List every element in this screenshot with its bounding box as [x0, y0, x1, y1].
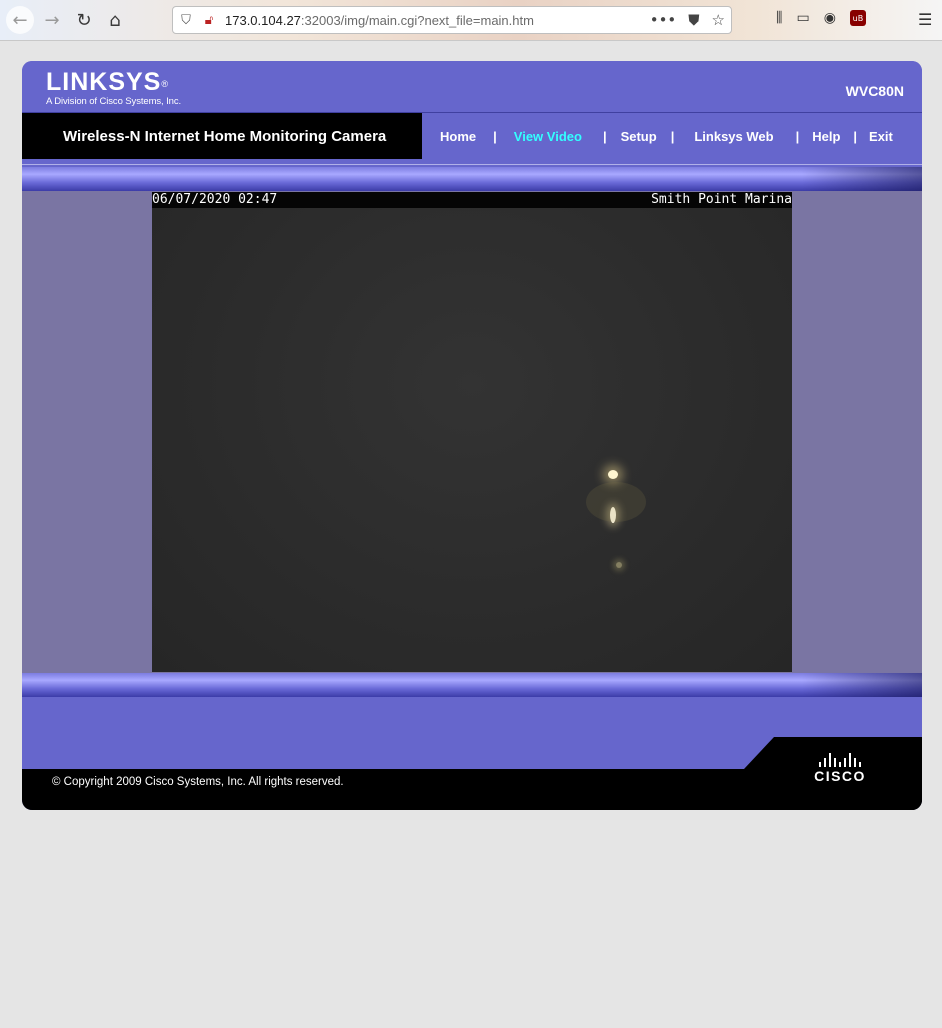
extension-icon[interactable]: ◉ — [824, 10, 836, 26]
main-nav: Home | View Video | Setup | Linksys Web … — [422, 113, 922, 160]
video-area: 06/07/2020 02:47 Smith Point Marina — [22, 191, 922, 673]
reload-button[interactable]: ↻ — [72, 8, 96, 32]
hamburger-menu-icon[interactable]: ☰ — [918, 10, 932, 29]
decorative-band — [22, 167, 922, 191]
bookmark-star-icon[interactable]: ☆ — [712, 11, 725, 29]
shield-icon[interactable]: ⛉ — [173, 13, 199, 28]
logo-subtitle: A Division of Cisco Systems, Inc. — [46, 96, 182, 107]
linksys-logo: LINKSYS® A Division of Cisco Systems, In… — [46, 69, 181, 107]
nav-linksys-web[interactable]: Linksys Web — [694, 129, 773, 144]
nav-home[interactable]: Home — [440, 129, 476, 144]
logo-text: LINKSYS — [46, 68, 162, 96]
arrow-right-icon: → — [44, 9, 60, 31]
forward-button[interactable]: → — [40, 8, 64, 32]
product-title: Wireless-N Internet Home Monitoring Came… — [63, 128, 387, 145]
video-overlay: 06/07/2020 02:47 Smith Point Marina — [152, 192, 792, 208]
ublock-icon[interactable]: uB — [849, 10, 866, 26]
divider — [22, 164, 922, 165]
nav-separator: | — [493, 129, 497, 144]
video-timestamp: 06/07/2020 02:47 — [152, 192, 278, 207]
nav-separator: | — [602, 129, 607, 144]
nav-view-video[interactable]: View Video — [514, 129, 582, 144]
live-video-feed[interactable]: 06/07/2020 02:47 Smith Point Marina — [152, 192, 792, 672]
registered-mark: ® — [161, 79, 169, 89]
home-button[interactable]: ⌂ — [103, 8, 127, 32]
nav-help[interactable]: Help — [812, 129, 840, 144]
reader-view-icon[interactable]: ▭ — [796, 10, 809, 26]
nav-separator: | — [853, 129, 858, 144]
reload-icon: ↻ — [76, 9, 92, 31]
title-bar: Wireless-N Internet Home Monitoring Came… — [22, 112, 922, 160]
model-name: WVC80N — [845, 83, 904, 99]
cisco-bars-icon — [812, 753, 868, 767]
nav-setup[interactable]: Setup — [621, 129, 657, 144]
browser-toolbar: ← → ↻ ⌂ ⛉ 🔓︎ 173.0.104.27:32003/img/main… — [0, 0, 942, 41]
cisco-wordmark: CISCO — [814, 768, 866, 784]
video-location: Smith Point Marina — [651, 192, 792, 207]
nav-separator: | — [670, 129, 675, 144]
camera-page: LINKSYS® A Division of Cisco Systems, In… — [22, 61, 922, 810]
insecure-lock-icon[interactable]: 🔓︎ — [199, 13, 219, 28]
more-icon[interactable]: ••• — [650, 11, 677, 29]
url-path: :32003/img/main.cgi?next_file=main.htm — [300, 12, 534, 28]
cisco-logo: CISCO — [812, 753, 868, 784]
nav-separator: | — [795, 129, 800, 144]
video-lights — [582, 462, 662, 582]
library-icon[interactable]: ⫼ — [776, 10, 782, 26]
nav-exit[interactable]: Exit — [869, 129, 893, 144]
url-host: 173.0.104.27 — [225, 12, 301, 28]
back-button[interactable]: ← — [6, 6, 34, 34]
arrow-left-icon: ← — [12, 9, 28, 31]
decorative-band — [22, 673, 922, 697]
header: LINKSYS® A Division of Cisco Systems, In… — [22, 61, 922, 112]
pocket-icon[interactable]: ⛊ — [688, 11, 699, 29]
home-icon: ⌂ — [109, 9, 121, 31]
address-bar[interactable]: ⛉ 🔓︎ 173.0.104.27:32003/img/main.cgi?nex… — [172, 6, 732, 34]
copyright-text: © Copyright 2009 Cisco Systems, Inc. All… — [52, 776, 344, 788]
